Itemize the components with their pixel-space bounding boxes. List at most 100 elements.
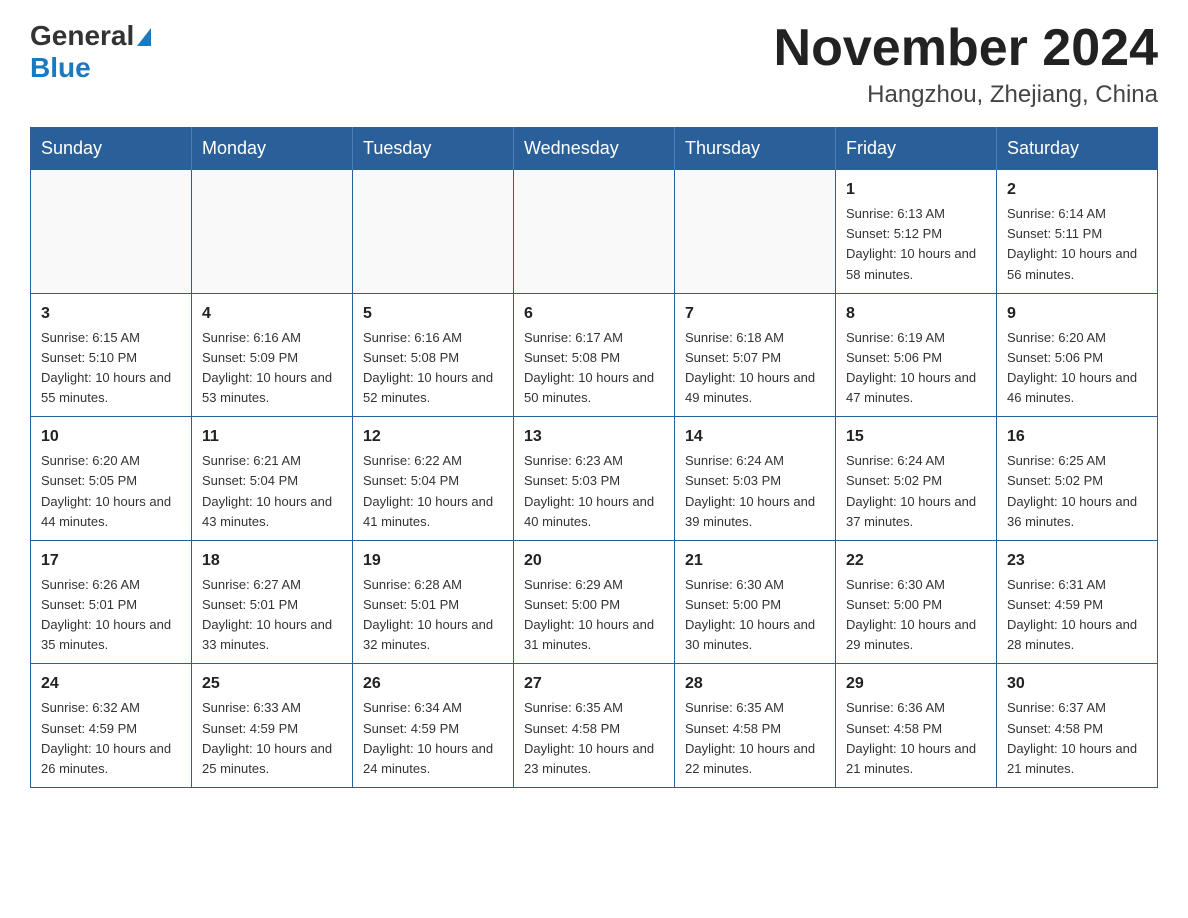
calendar-header: SundayMondayTuesdayWednesdayThursdayFrid… [31,128,1158,170]
day-number: 19 [363,549,503,573]
day-info: Sunrise: 6:31 AMSunset: 4:59 PMDaylight:… [1007,575,1147,656]
day-number: 21 [685,549,825,573]
calendar-cell [675,170,836,294]
day-number: 2 [1007,178,1147,202]
calendar-cell: 20Sunrise: 6:29 AMSunset: 5:00 PMDayligh… [514,540,675,664]
calendar-cell: 4Sunrise: 6:16 AMSunset: 5:09 PMDaylight… [192,293,353,417]
calendar-cell: 23Sunrise: 6:31 AMSunset: 4:59 PMDayligh… [997,540,1158,664]
day-number: 27 [524,672,664,696]
calendar-cell: 11Sunrise: 6:21 AMSunset: 5:04 PMDayligh… [192,417,353,541]
day-info: Sunrise: 6:16 AMSunset: 5:09 PMDaylight:… [202,328,342,409]
day-number: 15 [846,425,986,449]
day-number: 29 [846,672,986,696]
day-info: Sunrise: 6:25 AMSunset: 5:02 PMDaylight:… [1007,451,1147,532]
day-info: Sunrise: 6:35 AMSunset: 4:58 PMDaylight:… [685,698,825,779]
day-info: Sunrise: 6:34 AMSunset: 4:59 PMDaylight:… [363,698,503,779]
calendar-week-1: 1Sunrise: 6:13 AMSunset: 5:12 PMDaylight… [31,170,1158,294]
day-number: 11 [202,425,342,449]
day-number: 17 [41,549,181,573]
calendar-cell: 9Sunrise: 6:20 AMSunset: 5:06 PMDaylight… [997,293,1158,417]
day-info: Sunrise: 6:24 AMSunset: 5:03 PMDaylight:… [685,451,825,532]
day-header-wednesday: Wednesday [514,128,675,170]
calendar-cell: 30Sunrise: 6:37 AMSunset: 4:58 PMDayligh… [997,664,1158,788]
day-number: 14 [685,425,825,449]
day-info: Sunrise: 6:14 AMSunset: 5:11 PMDaylight:… [1007,204,1147,285]
day-number: 7 [685,302,825,326]
calendar-cell: 6Sunrise: 6:17 AMSunset: 5:08 PMDaylight… [514,293,675,417]
day-header-saturday: Saturday [997,128,1158,170]
calendar-week-2: 3Sunrise: 6:15 AMSunset: 5:10 PMDaylight… [31,293,1158,417]
calendar-cell: 24Sunrise: 6:32 AMSunset: 4:59 PMDayligh… [31,664,192,788]
day-number: 10 [41,425,181,449]
calendar-body: 1Sunrise: 6:13 AMSunset: 5:12 PMDaylight… [31,170,1158,788]
calendar-cell: 29Sunrise: 6:36 AMSunset: 4:58 PMDayligh… [836,664,997,788]
day-info: Sunrise: 6:28 AMSunset: 5:01 PMDaylight:… [363,575,503,656]
calendar-cell: 15Sunrise: 6:24 AMSunset: 5:02 PMDayligh… [836,417,997,541]
day-info: Sunrise: 6:36 AMSunset: 4:58 PMDaylight:… [846,698,986,779]
day-number: 4 [202,302,342,326]
calendar-cell: 25Sunrise: 6:33 AMSunset: 4:59 PMDayligh… [192,664,353,788]
day-number: 12 [363,425,503,449]
page-header: General Blue November 2024 Hangzhou, Zhe… [30,20,1158,109]
day-info: Sunrise: 6:22 AMSunset: 5:04 PMDaylight:… [363,451,503,532]
day-info: Sunrise: 6:20 AMSunset: 5:05 PMDaylight:… [41,451,181,532]
day-number: 26 [363,672,503,696]
calendar-cell: 16Sunrise: 6:25 AMSunset: 5:02 PMDayligh… [997,417,1158,541]
calendar-cell: 22Sunrise: 6:30 AMSunset: 5:00 PMDayligh… [836,540,997,664]
day-info: Sunrise: 6:21 AMSunset: 5:04 PMDaylight:… [202,451,342,532]
day-number: 18 [202,549,342,573]
days-of-week-row: SundayMondayTuesdayWednesdayThursdayFrid… [31,128,1158,170]
calendar-cell: 3Sunrise: 6:15 AMSunset: 5:10 PMDaylight… [31,293,192,417]
calendar-cell: 18Sunrise: 6:27 AMSunset: 5:01 PMDayligh… [192,540,353,664]
day-number: 16 [1007,425,1147,449]
calendar-cell: 19Sunrise: 6:28 AMSunset: 5:01 PMDayligh… [353,540,514,664]
day-info: Sunrise: 6:33 AMSunset: 4:59 PMDaylight:… [202,698,342,779]
day-info: Sunrise: 6:18 AMSunset: 5:07 PMDaylight:… [685,328,825,409]
calendar-week-5: 24Sunrise: 6:32 AMSunset: 4:59 PMDayligh… [31,664,1158,788]
day-number: 30 [1007,672,1147,696]
calendar-cell: 2Sunrise: 6:14 AMSunset: 5:11 PMDaylight… [997,170,1158,294]
calendar-cell: 7Sunrise: 6:18 AMSunset: 5:07 PMDaylight… [675,293,836,417]
day-number: 3 [41,302,181,326]
day-info: Sunrise: 6:30 AMSunset: 5:00 PMDaylight:… [846,575,986,656]
logo-blue-text: Blue [30,52,151,84]
day-header-thursday: Thursday [675,128,836,170]
calendar-cell: 12Sunrise: 6:22 AMSunset: 5:04 PMDayligh… [353,417,514,541]
calendar-cell: 14Sunrise: 6:24 AMSunset: 5:03 PMDayligh… [675,417,836,541]
day-number: 23 [1007,549,1147,573]
day-number: 5 [363,302,503,326]
day-header-monday: Monday [192,128,353,170]
day-info: Sunrise: 6:30 AMSunset: 5:00 PMDaylight:… [685,575,825,656]
day-number: 9 [1007,302,1147,326]
calendar-cell: 17Sunrise: 6:26 AMSunset: 5:01 PMDayligh… [31,540,192,664]
logo-arrow-icon [137,28,151,46]
calendar-cell [353,170,514,294]
calendar-cell [514,170,675,294]
day-number: 1 [846,178,986,202]
day-info: Sunrise: 6:16 AMSunset: 5:08 PMDaylight:… [363,328,503,409]
day-number: 8 [846,302,986,326]
month-title: November 2024 [774,20,1158,77]
calendar-cell: 8Sunrise: 6:19 AMSunset: 5:06 PMDaylight… [836,293,997,417]
calendar-cell [31,170,192,294]
calendar-cell: 26Sunrise: 6:34 AMSunset: 4:59 PMDayligh… [353,664,514,788]
day-number: 6 [524,302,664,326]
calendar-cell [192,170,353,294]
day-info: Sunrise: 6:29 AMSunset: 5:00 PMDaylight:… [524,575,664,656]
calendar-cell: 13Sunrise: 6:23 AMSunset: 5:03 PMDayligh… [514,417,675,541]
calendar-week-4: 17Sunrise: 6:26 AMSunset: 5:01 PMDayligh… [31,540,1158,664]
calendar-cell: 1Sunrise: 6:13 AMSunset: 5:12 PMDaylight… [836,170,997,294]
day-info: Sunrise: 6:13 AMSunset: 5:12 PMDaylight:… [846,204,986,285]
day-info: Sunrise: 6:26 AMSunset: 5:01 PMDaylight:… [41,575,181,656]
calendar-table: SundayMondayTuesdayWednesdayThursdayFrid… [30,127,1158,788]
logo: General Blue [30,20,151,84]
day-info: Sunrise: 6:24 AMSunset: 5:02 PMDaylight:… [846,451,986,532]
calendar-cell: 27Sunrise: 6:35 AMSunset: 4:58 PMDayligh… [514,664,675,788]
day-info: Sunrise: 6:20 AMSunset: 5:06 PMDaylight:… [1007,328,1147,409]
day-info: Sunrise: 6:32 AMSunset: 4:59 PMDaylight:… [41,698,181,779]
day-header-friday: Friday [836,128,997,170]
calendar-cell: 10Sunrise: 6:20 AMSunset: 5:05 PMDayligh… [31,417,192,541]
day-number: 25 [202,672,342,696]
day-number: 22 [846,549,986,573]
calendar-title-area: November 2024 Hangzhou, Zhejiang, China [774,20,1158,109]
